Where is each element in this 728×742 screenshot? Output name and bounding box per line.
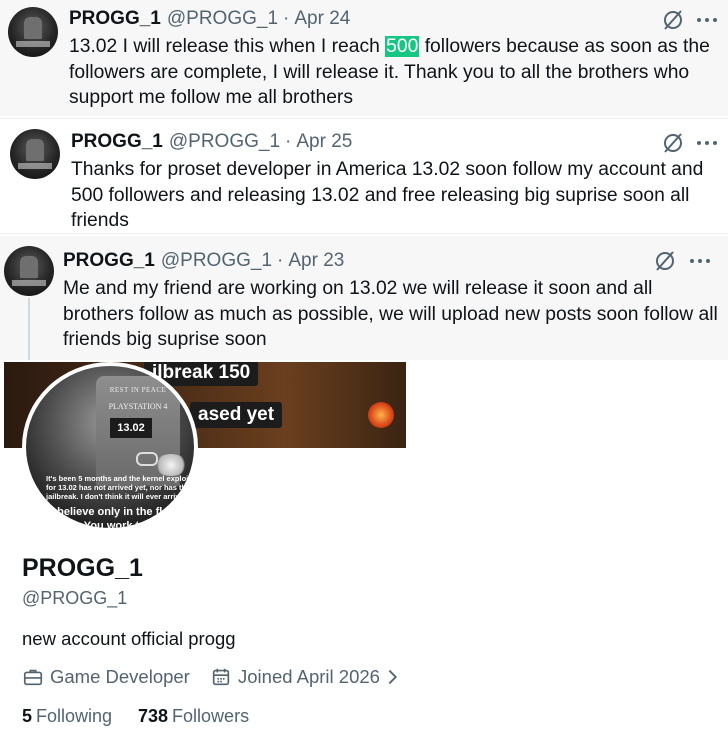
tweet-header: PROGG_1 @PROGG_1 · Apr 25 <box>71 131 352 153</box>
separator: · <box>285 131 292 152</box>
profile-avatar[interactable]: REST IN PEACE PLAYSTATION 4 13.02 It's b… <box>22 362 198 532</box>
profile-category: Game Developer <box>22 666 190 688</box>
briefcase-icon <box>23 669 43 686</box>
avatar-caption-line: jailbreak. I don't think it will ever ar… <box>46 492 184 501</box>
avatar-caption-line: It's been 5 months and the kernel exploi… <box>46 474 191 483</box>
more-icon[interactable] <box>695 8 719 32</box>
tweet-text: 13.02 I will release this when I reach 5… <box>69 34 719 111</box>
avatar-caption-bottom: ll believe only in the flow <box>48 506 178 518</box>
tweet-3[interactable]: PROGG_1 @PROGG_1 · Apr 23 Me and my frie… <box>0 236 728 360</box>
more-icon[interactable] <box>688 249 712 273</box>
tweet-date[interactable]: Apr 24 <box>294 8 350 30</box>
tombstone-console: PLAYSTATION 4 <box>108 402 168 411</box>
author-name[interactable]: PROGG_1 <box>63 250 155 272</box>
tweet-text: Me and my friend are working on 13.02 we… <box>63 278 718 350</box>
avatar-caption-bottom: ine. You work to <box>62 520 146 532</box>
calendar-icon <box>212 668 230 686</box>
more-icon[interactable] <box>695 131 719 155</box>
followers-label: Followers <box>172 706 250 726</box>
tombstone-text: REST IN PEACE <box>109 386 167 394</box>
highlighted-text: 500 <box>385 36 420 57</box>
banner-emblem <box>368 402 394 428</box>
joined-label: Joined April 2026 <box>238 666 380 687</box>
tweet-avatar[interactable] <box>4 246 54 296</box>
separator: · <box>277 250 284 271</box>
following-link[interactable]: 5 Following <box>22 706 112 727</box>
tweet-2[interactable]: PROGG_1 @PROGG_1 · Apr 25 Thanks for pro… <box>0 118 728 234</box>
category-label: Game Developer <box>50 666 190 687</box>
following-count: 5 <box>22 706 33 726</box>
block-icon[interactable] <box>653 249 677 273</box>
tweet-avatar[interactable] <box>8 7 58 57</box>
author-handle[interactable]: @PROGG_1 <box>169 131 280 153</box>
tweet-header: PROGG_1 @PROGG_1 · Apr 24 <box>69 8 350 30</box>
profile-bio: new account official progg <box>22 628 236 649</box>
block-icon[interactable] <box>661 131 685 155</box>
tombstone-version: 13.02 <box>110 418 152 438</box>
profile-joined[interactable]: Joined April 2026 <box>210 666 408 688</box>
following-label: Following <box>36 706 113 726</box>
tweet-avatar[interactable] <box>10 129 60 179</box>
author-handle[interactable]: @PROGG_1 <box>167 8 278 30</box>
block-icon[interactable] <box>661 8 685 32</box>
profile-handle: @PROGG_1 <box>22 588 128 608</box>
flowers-graphic <box>154 454 188 476</box>
tweet-1[interactable]: PROGG_1 @PROGG_1 · Apr 24 13.02 I will r… <box>0 0 728 116</box>
author-handle[interactable]: @PROGG_1 <box>161 250 272 272</box>
separator: · <box>283 8 290 29</box>
followers-count: 738 <box>138 706 169 726</box>
author-name[interactable]: PROGG_1 <box>71 131 163 153</box>
banner-text-2: ased yet <box>190 402 283 428</box>
thread-line <box>28 298 30 360</box>
tweet-date[interactable]: Apr 25 <box>296 131 352 153</box>
profile-name: PROGG_1 <box>22 554 143 582</box>
followers-link[interactable]: 738 Followers <box>138 706 249 727</box>
tweet-text: Thanks for proset developer in America 1… <box>71 159 704 231</box>
tweet-date[interactable]: Apr 23 <box>288 250 344 272</box>
author-name[interactable]: PROGG_1 <box>69 8 161 30</box>
tweet-header: PROGG_1 @PROGG_1 · Apr 23 <box>63 250 344 272</box>
avatar-caption-line: for 13.02 has not arrived yet, nor has t… <box>46 483 191 492</box>
chevron-right-icon[interactable] <box>384 666 402 688</box>
tweet-text-part: 13.02 I will release this when I reach <box>69 36 386 57</box>
